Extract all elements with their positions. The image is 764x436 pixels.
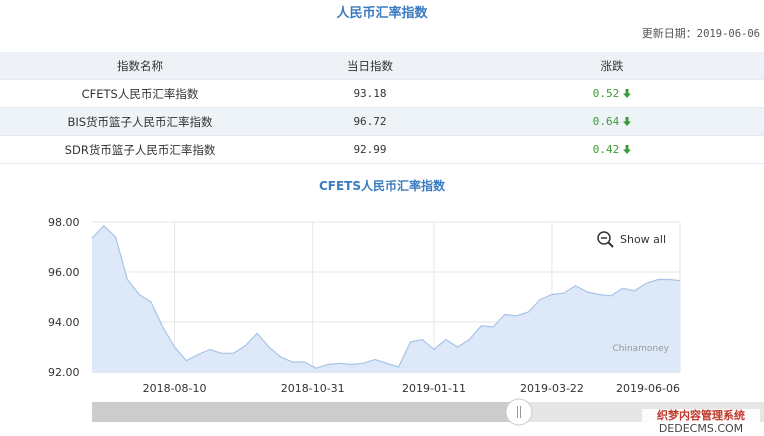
- table-row: SDR货币篮子人民币汇率指数 92.99 0.42: [0, 135, 764, 164]
- index-name: BIS货币篮子人民币汇率指数: [0, 107, 280, 136]
- update-date-label: 更新日期：: [641, 27, 697, 40]
- index-name: CFETS人民币汇率指数: [0, 79, 280, 108]
- index-value: 93.18: [280, 79, 460, 108]
- x-axis: 2018-08-10 2018-10-31 2019-01-11 2019-03-22…: [143, 382, 680, 395]
- index-change: 0.64: [460, 107, 764, 136]
- update-date-value: 2019-06-06: [696, 28, 760, 40]
- index-name: SDR货币篮子人民币汇率指数: [0, 135, 280, 164]
- chart-credit: Chinamoney: [612, 344, 669, 354]
- x-tick-label: 2018-10-31: [281, 382, 345, 395]
- show-all-label: Show all: [620, 233, 666, 246]
- y-axis: 98.00 96.00 94.00 92.00: [48, 216, 80, 379]
- x-tick-label: 2018-08-10: [143, 382, 207, 395]
- y-tick-label: 94.00: [48, 316, 80, 329]
- header-change: 涨跌: [460, 52, 764, 80]
- zoom-out-icon: [597, 231, 614, 248]
- x-tick-label: 2019-03-22: [520, 382, 584, 395]
- index-chart: 98.00 96.00 94.00 92.00 2018-08-10 2018-10-3…: [48, 216, 764, 426]
- x-tick-label: 2019-06-06: [616, 382, 680, 395]
- arrow-down-icon: [623, 117, 632, 126]
- watermark-line2: DEDECMS.COM: [658, 422, 744, 435]
- change-value: 0.42: [592, 143, 620, 156]
- change-value: 0.52: [592, 87, 620, 100]
- chart-title: CFETS人民币汇率指数: [318, 179, 446, 193]
- index-value: 96.72: [280, 107, 460, 136]
- x-tick-label: 2019-01-11: [402, 382, 466, 395]
- table-row: CFETS人民币汇率指数 93.18 0.52: [0, 79, 764, 108]
- table-header-row: 指数名称 当日指数 涨跌: [0, 52, 764, 80]
- update-date: 更新日期：2019-06-06: [642, 25, 760, 41]
- watermark-line1: 织梦内容管理系统: [657, 409, 745, 422]
- table-row: BIS货币篮子人民币汇率指数 96.72 0.64: [0, 107, 764, 136]
- change-value: 0.64: [592, 115, 620, 128]
- show-all-button[interactable]: Show all: [597, 231, 666, 248]
- range-selection[interactable]: [92, 402, 518, 422]
- arrow-down-icon: [623, 89, 632, 98]
- index-change: 0.42: [460, 135, 764, 164]
- watermark: 织梦内容管理系统 DEDECMS.COM: [642, 409, 760, 435]
- range-handle[interactable]: [505, 398, 533, 426]
- index-value: 92.99: [280, 135, 460, 164]
- series-area: [92, 225, 680, 372]
- arrow-down-icon: [623, 145, 632, 154]
- index-table: 指数名称 当日指数 涨跌 CFETS人民币汇率指数 93.18 0.52 BIS…: [0, 52, 764, 164]
- index-change: 0.52: [460, 79, 764, 108]
- y-tick-label: 92.00: [48, 366, 80, 379]
- header-current-value: 当日指数: [280, 52, 460, 80]
- y-tick-label: 98.00: [48, 216, 80, 229]
- y-tick-label: 96.00: [48, 266, 80, 279]
- header-index-name: 指数名称: [0, 52, 280, 80]
- page-title: 人民币汇率指数: [336, 6, 428, 21]
